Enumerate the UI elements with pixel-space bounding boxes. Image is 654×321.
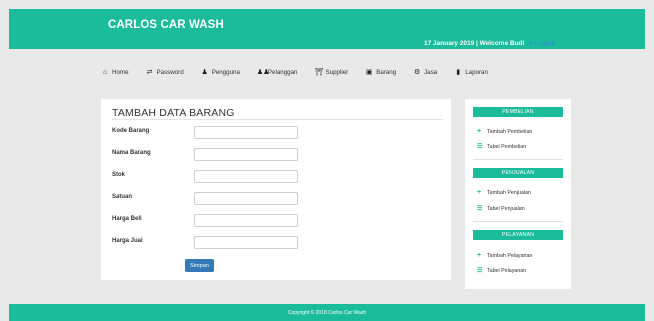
stok-label: Stok: [112, 172, 126, 178]
nav-item-barang[interactable]: ▣ Barang: [365, 68, 397, 77]
nav-label: Home: [112, 68, 129, 76]
save-button[interactable]: Simpan: [185, 259, 214, 272]
list-icon: ☰: [477, 268, 483, 274]
sidebar-link-label: Tabel Pembelian: [487, 143, 527, 150]
sidebar-link-tabel-pembelian[interactable]: ☰ Tabel Pembelian: [477, 143, 527, 151]
kode-barang-label: Kode Barang: [112, 128, 150, 134]
logout-link[interactable]: ➜ Logout: [528, 40, 555, 47]
gear-icon: ⚙: [414, 69, 421, 76]
form-row-stok: Stok: [112, 170, 443, 183]
main-nav: ⌂ Home ⇄ Password ♟ Pengguna ♟♟ Pelanggan ⛩ S…: [101, 61, 505, 83]
plus-icon: +: [477, 128, 482, 135]
nav-label: Password: [156, 68, 184, 76]
welcome-text: 17 January 2019 | Welcome Budi ➜ Logout: [424, 40, 555, 47]
nav-item-home[interactable]: ⌂ Home: [101, 69, 129, 76]
nav-label: Barang: [376, 68, 397, 76]
form-row-satuan: Satuan: [112, 192, 443, 205]
plus-icon: +: [477, 189, 482, 196]
sidebar-link-tambah-pembelian[interactable]: + Tambah Pembelian: [477, 128, 532, 135]
list-icon: ☰: [477, 206, 483, 212]
nama-barang-field[interactable]: [194, 148, 298, 161]
stok-field[interactable]: [194, 170, 298, 183]
user-icon: ♟: [201, 69, 208, 76]
harga-beli-field[interactable]: [194, 214, 298, 227]
nav-label: Pengguna: [211, 68, 240, 76]
file-icon: ▮: [456, 69, 461, 76]
sidebar-divider: [473, 159, 563, 160]
exchange-icon: ⇄: [146, 69, 153, 76]
users-icon: ♟♟: [256, 69, 270, 76]
brand-title: CARLOS CAR WASH: [108, 19, 224, 31]
harga-jual-field[interactable]: [194, 236, 298, 249]
form-row-harga-beli: Harga Beli: [112, 214, 443, 227]
nav-item-password[interactable]: ⇄ Password: [146, 68, 184, 77]
nav-label: Pelanggan: [267, 68, 298, 76]
footer: Copyright © 2018 Carlos Car Wash: [9, 304, 645, 321]
nav-item-supplier[interactable]: ⛩ Supplier: [314, 68, 349, 77]
sidebar-link-tambah-penjualan[interactable]: + Tambah Penjualan: [477, 189, 531, 196]
harga-beli-label: Harga Beli: [112, 216, 142, 222]
top-header: CARLOS CAR WASH 17 January 2019 | Welcom…: [9, 9, 645, 49]
page-title: TAMBAH DATA BARANG: [112, 107, 235, 119]
sidebar-divider: [473, 221, 563, 222]
sidebar-link-tabel-penjualan[interactable]: ☰ Tabel Penjualan: [477, 205, 525, 213]
welcome-label: 17 January 2019 | Welcome Budi: [424, 40, 525, 47]
sidebar-link-label: Tabel Pelayanan: [487, 267, 527, 274]
list-icon: ☰: [477, 144, 483, 150]
nav-item-laporan[interactable]: ▮ Laporan: [454, 68, 488, 77]
plus-icon: +: [477, 252, 482, 259]
nav-label: Supplier: [325, 68, 349, 76]
bank-icon: ⛩: [314, 69, 324, 76]
sidebar-heading-pembelian: PEMBELIAN: [473, 107, 563, 117]
satuan-field[interactable]: [194, 192, 298, 205]
nav-label: Jasa: [424, 68, 438, 76]
nav-label: Laporan: [465, 68, 488, 76]
footer-copyright: Copyright © 2018 Carlos Car Wash: [287, 309, 367, 316]
form-row-nama-barang: Nama Barang: [112, 148, 443, 161]
sidebar-heading-penjualan: PENJUALAN: [473, 168, 563, 178]
form-row-harga-jual: Harga Jual: [112, 236, 443, 249]
sidebar-link-label: Tambah Pembelian: [487, 128, 533, 135]
form-row-kode-barang: Kode Barang: [112, 126, 443, 139]
sidebar-link-tabel-pelayanan[interactable]: ☰ Tabel Pelayanan: [477, 267, 527, 275]
sidebar-heading-pelayanan: PELAYANAN: [473, 230, 563, 240]
sidebar-link-tambah-pelayanan[interactable]: + Tambah Pelayanan: [477, 252, 532, 259]
kode-barang-field[interactable]: [194, 126, 298, 139]
sidebar: PEMBELIAN + Tambah Pembelian ☰ Tabel Pembe…: [465, 99, 571, 289]
form-panel: TAMBAH DATA BARANG Kode Barang Nama Bara…: [101, 99, 451, 280]
satuan-label: Satuan: [112, 194, 133, 200]
sidebar-link-label: Tabel Penjualan: [487, 205, 525, 212]
nama-barang-label: Nama Barang: [112, 150, 151, 156]
logout-icon: ➜: [528, 41, 534, 47]
home-icon: ⌂: [102, 68, 108, 76]
nav-item-pengguna[interactable]: ♟ Pengguna: [201, 68, 240, 77]
package-icon: ▣: [365, 69, 373, 76]
logout-label: Logout: [534, 40, 555, 47]
nav-item-pelanggan[interactable]: ♟♟ Pelanggan: [256, 68, 298, 77]
nav-item-jasa[interactable]: ⚙ Jasa: [413, 68, 438, 77]
sidebar-link-label: Tambah Penjualan: [487, 189, 531, 196]
title-divider: [112, 119, 443, 120]
harga-jual-label: Harga Jual: [112, 238, 143, 244]
sidebar-link-label: Tambah Pelayanan: [487, 252, 533, 259]
